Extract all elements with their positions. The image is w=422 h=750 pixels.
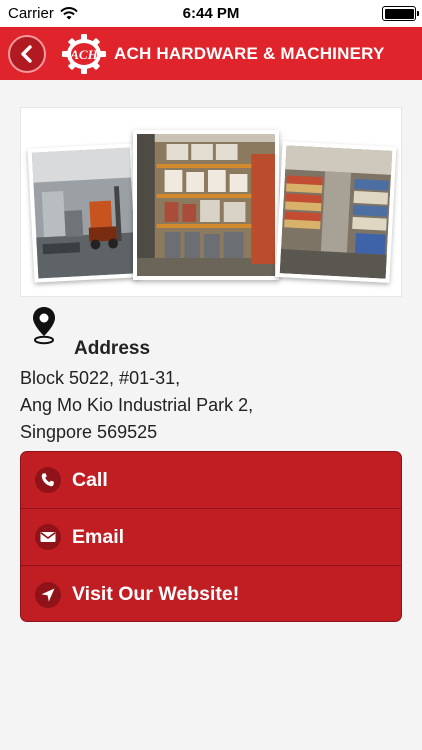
status-bar: Carrier 6:44 PM	[0, 0, 422, 27]
company-logo: ACH	[62, 34, 106, 74]
warehouse-forklift-photo	[27, 143, 141, 283]
chevron-left-icon	[21, 45, 32, 63]
call-label: Call	[72, 468, 108, 491]
visit-website-button[interactable]: Visit Our Website!	[21, 566, 401, 621]
store-photo-banner	[20, 107, 402, 297]
battery-level	[384, 8, 414, 19]
phone-icon	[35, 467, 61, 493]
logo-text: ACH	[69, 47, 98, 62]
website-label: Visit Our Website!	[72, 583, 240, 605]
shelves-photo	[133, 130, 279, 280]
contact-actions: Call Email Visit Our Website!	[20, 451, 402, 622]
app-header: ACH ACH HARDWARE & MACHINERY	[0, 27, 422, 80]
back-button[interactable]	[8, 35, 46, 73]
envelope-icon	[35, 524, 61, 550]
address-line: Block 5022, #01-31,	[20, 368, 181, 388]
navigation-arrow-icon	[35, 581, 61, 608]
location-pin-icon	[33, 307, 55, 345]
address-line: Ang Mo Kio Industrial Park 2,	[20, 395, 254, 415]
address-text: Block 5022, #01-31, Ang Mo Kio Industria…	[20, 365, 253, 446]
call-button[interactable]: Call	[21, 452, 401, 509]
battery-icon	[382, 6, 419, 21]
carrier-label: Carrier	[8, 5, 54, 22]
address-heading: Address	[74, 338, 151, 359]
app-title: ACH HARDWARE & MACHINERY	[114, 44, 385, 63]
address-line: Singpore 569525	[20, 422, 158, 442]
email-label: Email	[72, 525, 125, 548]
email-button[interactable]: Email	[21, 509, 401, 566]
aisle-photo	[275, 141, 397, 283]
wifi-icon	[60, 7, 78, 20]
